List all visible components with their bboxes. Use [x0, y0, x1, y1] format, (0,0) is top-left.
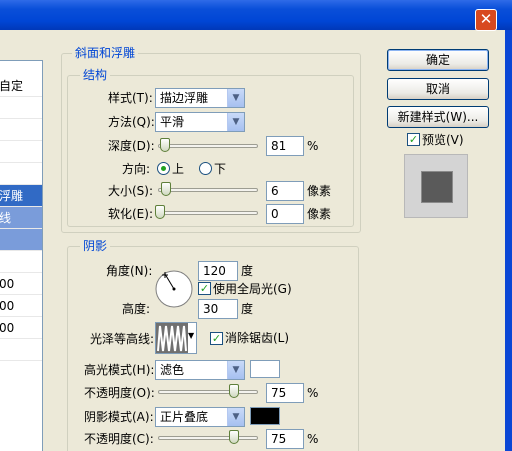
shadow-opacity-unit: % — [307, 432, 319, 446]
shadow-opacity-input[interactable]: 75 — [266, 429, 304, 449]
size-label: 大小(S): — [108, 184, 154, 198]
shadow-opacity-label: 不透明度(C): — [84, 432, 154, 446]
preview-swatch — [421, 171, 453, 203]
depth-slider-track[interactable] — [158, 144, 258, 148]
global-light-checkbox[interactable]: ✓ — [198, 282, 211, 295]
altitude-input[interactable]: 30 — [198, 299, 238, 319]
chevron-down-icon: ▼ — [227, 361, 244, 379]
style-select[interactable]: 描边浮雕 ▼ — [155, 88, 245, 108]
shadow-opacity-track[interactable] — [158, 436, 258, 440]
highlight-opacity-track[interactable] — [158, 390, 258, 394]
gloss-contour-picker[interactable]: ▼ — [155, 322, 197, 354]
size-slider-thumb[interactable] — [161, 182, 171, 196]
highlight-opacity-thumb[interactable] — [229, 384, 239, 398]
soften-label: 软化(E): — [108, 207, 153, 221]
depth-label: 深度(D): — [108, 139, 155, 153]
list-item[interactable] — [0, 251, 42, 273]
window-border — [505, 30, 512, 451]
direction-up-radio[interactable] — [157, 162, 170, 175]
size-input[interactable]: 6 — [266, 181, 304, 201]
shadow-opacity-thumb[interactable] — [229, 430, 239, 444]
shadow-color-swatch[interactable] — [250, 407, 280, 425]
angle-label: 角度(N): — [106, 264, 153, 278]
list-item[interactable] — [0, 141, 42, 163]
shadow-mode-select[interactable]: 正片叠底 ▼ — [155, 407, 245, 427]
check-icon: ✓ — [408, 133, 419, 146]
list-item-bevel[interactable]: 浮雕 — [0, 185, 42, 207]
direction-label: 方向: — [122, 162, 151, 176]
size-slider-track[interactable] — [158, 188, 258, 192]
size-unit: 像素 — [307, 184, 332, 198]
highlight-opacity-label: 不透明度(O): — [84, 386, 155, 400]
highlight-mode-value: 滤色 — [160, 363, 185, 377]
gloss-contour-label: 光泽等高线: — [90, 332, 155, 346]
preview-checkbox[interactable]: ✓ — [407, 133, 420, 146]
list-item-contour[interactable]: 线 — [0, 207, 42, 229]
list-item[interactable]: 自定 — [0, 75, 42, 97]
highlight-opacity-input[interactable]: 75 — [266, 383, 304, 403]
list-item[interactable] — [0, 163, 42, 185]
anti-aliased-label: 消除锯齿(L) — [225, 331, 290, 345]
radio-dot — [161, 166, 166, 171]
anti-aliased-checkbox[interactable]: ✓ — [210, 332, 223, 345]
direction-down-label: 下 — [214, 162, 227, 176]
angle-dial[interactable] — [154, 269, 194, 309]
soften-unit: 像素 — [307, 207, 332, 221]
highlight-mode-select[interactable]: 滤色 ▼ — [155, 360, 245, 380]
technique-label: 方法(Q): — [108, 115, 155, 129]
list-item-texture[interactable] — [0, 229, 42, 251]
angle-input[interactable]: 120 — [198, 261, 238, 281]
angle-unit: 度 — [241, 264, 254, 278]
global-light-label: 使用全局光(G) — [213, 282, 292, 296]
contour-icon — [156, 323, 188, 353]
highlight-mode-label: 高光模式(H): — [84, 363, 155, 377]
close-icon: ✕ — [479, 10, 493, 28]
chevron-down-icon: ▼ — [227, 89, 244, 107]
depth-input[interactable]: 81 — [266, 136, 304, 156]
technique-value: 平滑 — [160, 115, 185, 129]
list-item[interactable] — [0, 97, 42, 119]
soften-slider-thumb[interactable] — [155, 205, 165, 219]
list-item[interactable]: 00 — [0, 273, 42, 295]
bevel-emboss-title: 斜面和浮雕 — [72, 46, 139, 60]
shading-title: 阴影 — [80, 239, 111, 253]
soften-input[interactable]: 0 — [266, 204, 304, 224]
list-item[interactable] — [0, 339, 42, 361]
altitude-label: 高度: — [122, 302, 151, 316]
style-value: 描边浮雕 — [160, 91, 209, 105]
chevron-down-icon: ▼ — [188, 331, 195, 340]
structure-title: 结构 — [80, 68, 111, 82]
list-item[interactable]: 00 — [0, 295, 42, 317]
direction-down-radio[interactable] — [199, 162, 212, 175]
depth-slider-thumb[interactable] — [160, 138, 170, 152]
technique-select[interactable]: 平滑 ▼ — [155, 112, 245, 132]
altitude-unit: 度 — [241, 302, 254, 316]
check-icon: ✓ — [199, 282, 210, 295]
styles-list[interactable]: 自定 浮雕 线 00 00 00 — [0, 60, 43, 451]
chevron-down-icon: ▼ — [227, 113, 244, 131]
list-item[interactable] — [0, 119, 42, 141]
depth-unit: % — [307, 139, 319, 153]
ok-button[interactable]: 确定 — [387, 49, 489, 71]
style-preview — [404, 154, 468, 218]
title-bar — [0, 0, 512, 30]
highlight-color-swatch[interactable] — [250, 360, 280, 378]
soften-slider-track[interactable] — [158, 211, 258, 215]
chevron-down-icon: ▼ — [227, 408, 244, 426]
shadow-mode-value: 正片叠底 — [160, 410, 209, 424]
direction-up-label: 上 — [172, 162, 185, 176]
shadow-mode-label: 阴影模式(A): — [84, 410, 154, 424]
list-item[interactable]: 00 — [0, 317, 42, 339]
cancel-button[interactable]: 取消 — [387, 78, 489, 100]
new-style-button[interactable]: 新建样式(W)... — [387, 106, 489, 128]
highlight-opacity-unit: % — [307, 386, 319, 400]
check-icon: ✓ — [211, 332, 222, 345]
close-button[interactable]: ✕ — [475, 9, 497, 31]
style-label: 样式(T): — [108, 91, 153, 105]
preview-label: 预览(V) — [422, 133, 464, 147]
